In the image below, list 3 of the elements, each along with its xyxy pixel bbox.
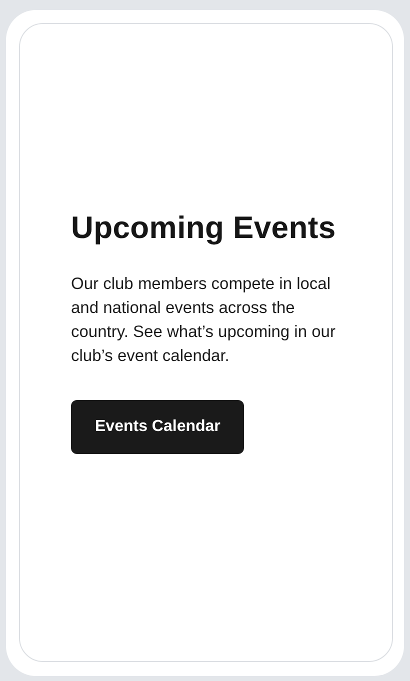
description-text: Our club members compete in local and national events across the country. See what’s upcoming in our club’s event calendar. (71, 274, 336, 366)
events-calendar-button[interactable]: Events Calendar (71, 400, 244, 454)
section-heading: Upcoming Events (71, 210, 337, 246)
